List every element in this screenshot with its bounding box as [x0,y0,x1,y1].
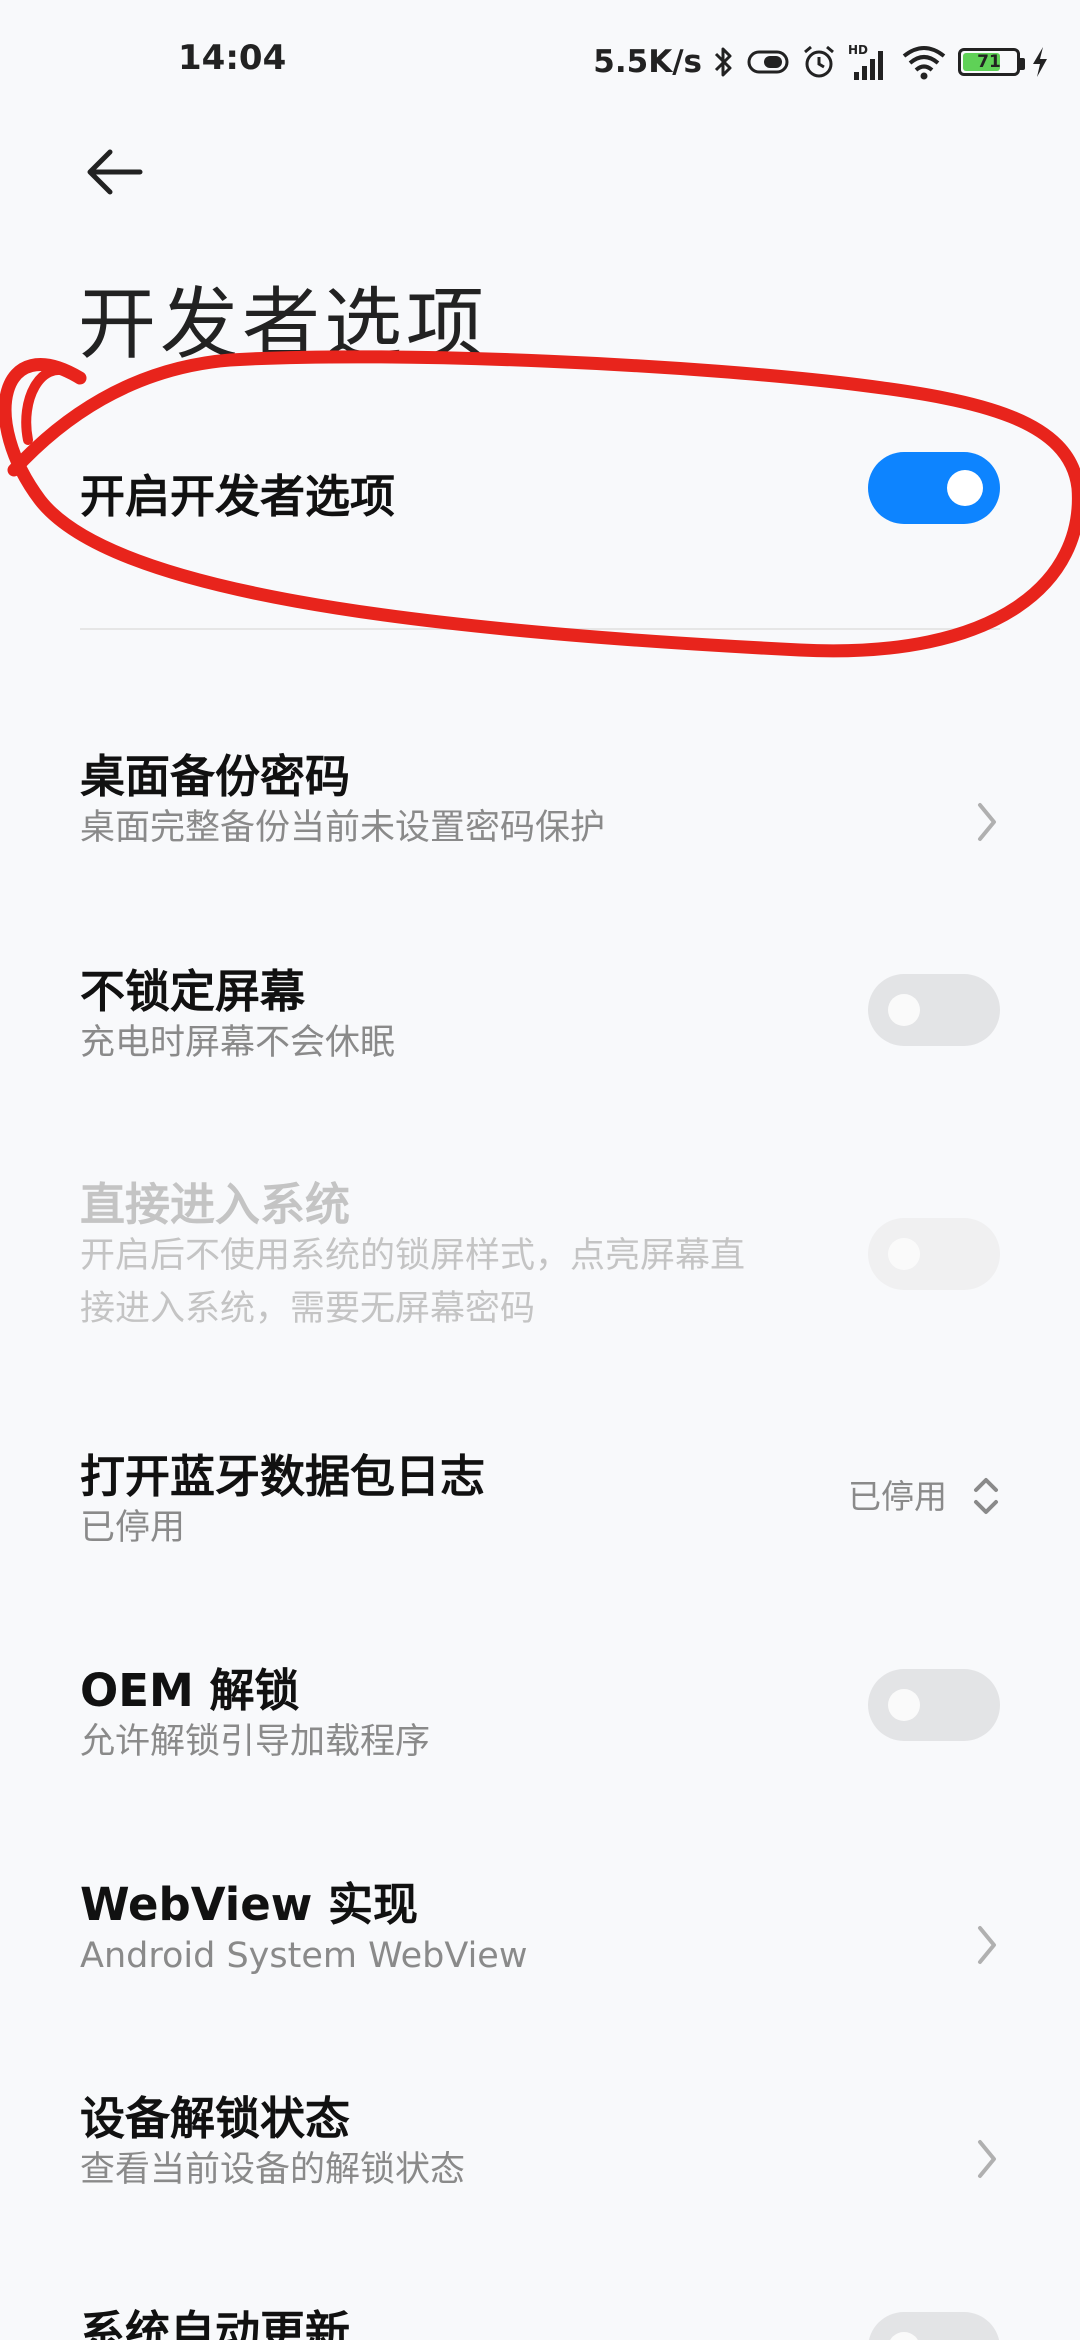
back-arrow-icon [87,149,143,195]
page-title: 开发者选项 [78,280,489,370]
bluetooth-icon [712,44,736,80]
toggle-knob [888,1689,920,1721]
setting-subtitle: 桌面完整备份当前未设置密码保护 [80,808,606,848]
network-speed: 5.5K/s [593,44,702,80]
alarm-icon [800,43,838,81]
setting-direct-boot[interactable]: 直接进入系统 开启后不使用系统的锁屏样式，点亮屏幕直 接进入系统，需要无屏幕密码 [0,1168,1080,1348]
auto-update-toggle[interactable] [868,2312,1000,2340]
stay-awake-toggle[interactable] [868,974,1000,1046]
divider [80,628,1000,630]
developer-options-toggle[interactable] [868,452,1000,524]
setting-title: OEM 解锁 [80,1664,300,1717]
wifi-icon [900,42,948,82]
setting-subtitle: 允许解锁引导加载程序 [80,1722,431,1762]
svg-text:HD: HD [848,43,868,57]
chevron-right-icon [978,803,996,841]
setting-webview[interactable]: WebView 实现 Android System WebView [0,1868,1080,2008]
hd-signal-icon: HD [848,42,890,82]
battery-icon: 71 [958,48,1025,76]
toggle-knob [888,1238,920,1270]
setting-title: 开启开发者选项 [80,470,396,523]
setting-subtitle-line: 接进入系统，需要无屏幕密码 [80,1289,536,1329]
charging-icon [1030,45,1050,79]
setting-subtitle: 已停用 [80,1508,186,1548]
setting-subtitle-line: 开启后不使用系统的锁屏样式，点亮屏幕直 [80,1236,746,1276]
toggle-knob [888,994,920,1026]
status-time: 14:04 [178,38,287,78]
chevron-right-icon [978,1926,996,1964]
setting-bluetooth-log[interactable]: 打开蓝牙数据包日志 已停用 已停用 [0,1440,1080,1580]
setting-backup-password[interactable]: 桌面备份密码 桌面完整备份当前未设置密码保护 [0,740,1080,880]
setting-title: 不锁定屏幕 [80,965,306,1018]
toggle-knob [888,2332,920,2340]
setting-title: 桌面备份密码 [80,750,351,803]
back-button[interactable] [80,140,152,204]
setting-subtitle: 查看当前设备的解锁状态 [80,2150,466,2190]
setting-subtitle: 充电时屏幕不会休眠 [80,1023,396,1063]
status-icons: 5.5K/s HD 71 [593,38,1050,86]
setting-developer-options[interactable]: 开启开发者选项 [0,440,1080,610]
bluetooth-log-value[interactable]: 已停用 [848,1470,947,1518]
oem-unlock-toggle[interactable] [868,1669,1000,1741]
setting-title: 直接进入系统 [80,1178,351,1231]
toggle-status-icon [746,47,790,77]
setting-subtitle: Android System WebView [80,1936,528,1976]
setting-auto-update[interactable]: 系统自动更新 [0,2296,1080,2340]
status-bar: 14:04 5.5K/s HD 71 [0,0,1080,120]
direct-boot-toggle[interactable] [868,1218,1000,1290]
setting-title: 打开蓝牙数据包日志 [80,1450,486,1503]
battery-level: 71 [977,52,1001,72]
setting-stay-awake[interactable]: 不锁定屏幕 充电时屏幕不会休眠 [0,955,1080,1095]
up-down-icon[interactable] [968,1468,1004,1524]
setting-subtitle: 开启后不使用系统的锁屏样式，点亮屏幕直 接进入系统，需要无屏幕密码 [80,1230,840,1336]
setting-oem-unlock[interactable]: OEM 解锁 允许解锁引导加载程序 [0,1654,1080,1794]
setting-unlock-status[interactable]: 设备解锁状态 查看当前设备的解锁状态 [0,2082,1080,2222]
setting-title: 系统自动更新 [80,2306,351,2340]
toggle-knob [947,470,983,506]
setting-title: 设备解锁状态 [80,2092,351,2145]
setting-title: WebView 实现 [80,1878,418,1931]
chevron-right-icon [978,2140,996,2178]
